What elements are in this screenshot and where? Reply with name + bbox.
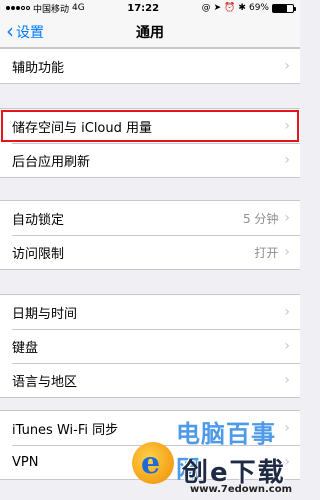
settings-group-storage: 储存空间与 iCloud 用量 › 后台应用刷新 › <box>0 108 300 178</box>
row-restrictions[interactable]: 访问限制 打开 › <box>0 235 300 269</box>
back-button[interactable]: ‹ 设置 <box>6 16 44 48</box>
row-value: 5 分钟 <box>242 211 279 226</box>
network-label: 4G <box>72 3 85 13</box>
back-button-label: 设置 <box>16 25 44 41</box>
chevron-right-icon: › <box>284 304 290 320</box>
row-label: VPN <box>12 454 39 470</box>
row-label: 辅助功能 <box>12 60 65 76</box>
chevron-right-icon: › <box>284 372 290 388</box>
row-itunes-wifi-sync[interactable]: iTunes Wi-Fi 同步 › <box>0 411 300 445</box>
row-label: 访问限制 <box>12 246 65 262</box>
row-background-refresh[interactable]: 后台应用刷新 › <box>0 143 300 177</box>
back-chevron-icon: ‹ <box>6 19 14 43</box>
chevron-right-icon: › <box>284 118 290 134</box>
row-label: 后台应用刷新 <box>12 154 91 170</box>
navigation-bar: ‹ 设置 通用 <box>0 16 300 48</box>
carrier-label: 中国移动 <box>33 4 70 15</box>
location-icon: ➤ <box>213 3 222 13</box>
status-left: 中国移动 4G <box>6 2 85 15</box>
settings-group-accessibility: 辅助功能 › <box>0 48 300 84</box>
row-language-region[interactable]: 语言与地区 › <box>0 363 300 397</box>
chevron-right-icon: › <box>284 58 290 74</box>
row-label: 自动锁定 <box>12 212 65 228</box>
row-value: 打开 <box>254 245 279 260</box>
bluetooth-icon: ✱ <box>238 3 246 13</box>
signal-strength-icon <box>6 6 30 10</box>
settings-group-sync: iTunes Wi-Fi 同步 › VPN › <box>0 410 300 480</box>
row-label: 日期与时间 <box>12 306 78 322</box>
row-label: 键盘 <box>12 340 39 356</box>
status-right: @ ➤ ⏰ ✱ 69% <box>201 3 296 13</box>
status-time: 17:22 <box>127 2 160 14</box>
row-label: 语言与地区 <box>12 374 78 390</box>
chevron-right-icon: › <box>284 152 290 168</box>
lock-rotation-icon: @ <box>201 3 211 13</box>
alarm-icon: ⏰ <box>224 3 236 13</box>
status-bar: 中国移动 4G 17:22 @ ➤ ⏰ ✱ 69% <box>0 0 300 16</box>
settings-group-lock: 自动锁定 5 分钟 › 访问限制 打开 › <box>0 200 300 270</box>
battery-percent: 69% <box>248 3 269 13</box>
watermark-url: www.7edown.com <box>190 484 293 495</box>
row-label: 储存空间与 iCloud 用量 <box>12 120 153 136</box>
battery-level <box>272 4 287 12</box>
settings-group-locale: 日期与时间 › 键盘 › 语言与地区 › <box>0 294 300 398</box>
row-accessibility[interactable]: 辅助功能 › <box>0 49 300 83</box>
row-keyboard[interactable]: 键盘 › <box>0 329 300 363</box>
row-storage-icloud[interactable]: 储存空间与 iCloud 用量 › <box>0 109 300 143</box>
row-label: iTunes Wi-Fi 同步 <box>12 422 119 438</box>
chevron-right-icon: › <box>284 338 290 354</box>
chevron-right-icon: › <box>284 420 290 436</box>
row-auto-lock[interactable]: 自动锁定 5 分钟 › <box>0 201 300 235</box>
row-vpn[interactable]: VPN › <box>0 445 300 479</box>
chevron-right-icon: › <box>284 244 290 260</box>
chevron-right-icon: › <box>284 210 290 226</box>
page-title: 通用 <box>136 24 164 41</box>
chevron-right-icon: › <box>284 454 290 470</box>
row-date-time[interactable]: 日期与时间 › <box>0 295 300 329</box>
battery-icon <box>271 3 296 13</box>
